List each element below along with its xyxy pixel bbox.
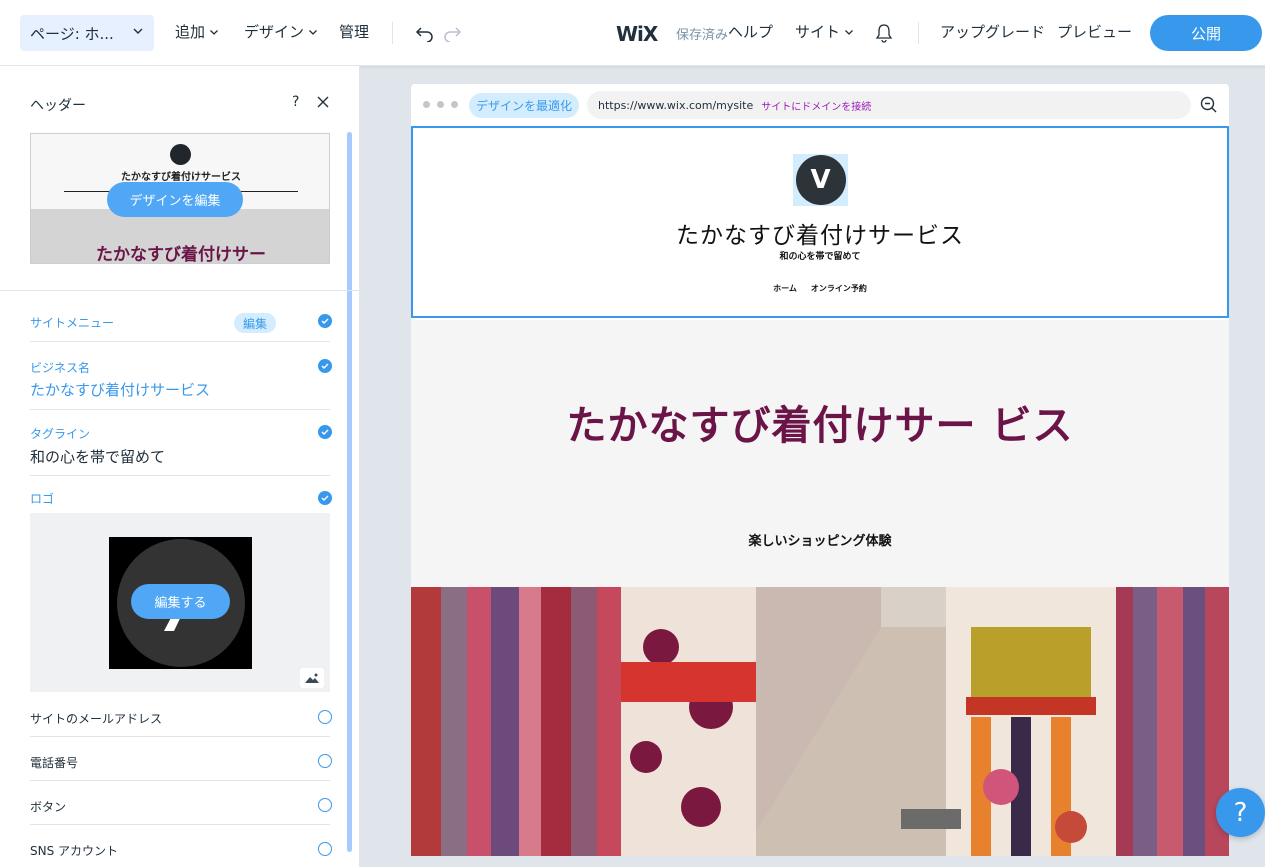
edit-design-button[interactable]: デザインを編集 [107, 182, 243, 217]
edit-logo-button[interactable]: 編集する [131, 584, 230, 619]
site-menu-label: サイトメニュー [30, 316, 115, 330]
notifications-button[interactable] [872, 21, 896, 45]
panel-title: ヘッダー [30, 98, 86, 114]
site-nav-home[interactable]: ホーム [773, 283, 797, 294]
menu-manage[interactable]: 管理 [339, 21, 369, 42]
tagline-value[interactable]: 和の心を帯で留めて [30, 446, 165, 467]
check-icon[interactable] [318, 314, 332, 328]
menu-manage-label: 管理 [339, 23, 370, 41]
site-header-section[interactable]: V たかなすび着付けサービス 和の心を帯で留めて ホーム オンライン予約 [411, 126, 1229, 318]
window-dot [451, 101, 458, 108]
unchecked-circle-icon[interactable] [318, 842, 332, 856]
kimono-photo-illustration [411, 587, 1229, 856]
toolbar-divider [392, 22, 393, 44]
site-nav-booking[interactable]: オンライン予約 [811, 283, 867, 294]
hero-kimono-photo[interactable] [411, 587, 1229, 856]
site-logo: V [795, 155, 846, 205]
window-dot [423, 101, 430, 108]
email-label: サイトのメールアドレス [30, 712, 163, 726]
logo-label: ロゴ [30, 492, 55, 506]
close-icon[interactable] [316, 95, 330, 109]
preview-business-name: たかなすび着付けサービス [121, 172, 241, 183]
row-business-name[interactable]: ビジネス名 たかなすび着付けサービス [30, 342, 332, 410]
menu-design[interactable]: デザイン [244, 21, 318, 42]
header-settings-panel: ヘッダー ? たかなすび着付けサービス たかなすび着付けサー デザインを編集 サ… [0, 66, 360, 867]
optimize-design-button[interactable]: デザインを最適化 [469, 93, 579, 118]
bell-icon [875, 24, 893, 43]
panel-scrollbar[interactable] [347, 132, 352, 852]
preview-hero-title: たかなすび着付けサー [96, 245, 266, 264]
site-logo-selection[interactable]: V [793, 154, 848, 206]
site-business-name[interactable]: たかなすび着付けサービス [413, 216, 1227, 250]
scrollbar-thumb[interactable] [347, 132, 352, 852]
site-tagline[interactable]: 和の心を帯で留めて [413, 249, 1227, 262]
url-bar: https://www.wix.com/mysite サイトにドメインを接続 [587, 91, 1191, 119]
logo-preview-area: 編集する [30, 513, 330, 692]
business-name-value[interactable]: たかなすび着付けサービス [30, 379, 210, 400]
preview-link[interactable]: プレビュー [1057, 21, 1132, 42]
header-preview: たかなすび着付けサービス たかなすび着付けサー デザインを編集 [30, 133, 330, 264]
phone-label: 電話番号 [30, 756, 79, 770]
preview-label: プレビュー [1057, 23, 1133, 41]
row-button[interactable]: ボタン [30, 781, 332, 825]
sns-label: SNS アカウント [30, 844, 119, 858]
window-dot [437, 101, 444, 108]
site-preview-frame: デザインを最適化 https://www.wix.com/mysite サイトに… [411, 84, 1229, 856]
redo-button[interactable] [440, 21, 464, 45]
row-phone[interactable]: 電話番号 [30, 737, 332, 781]
saved-status: 保存済み [676, 28, 729, 43]
unchecked-circle-icon[interactable] [318, 798, 332, 812]
help-fab-button[interactable]: ? [1216, 788, 1265, 837]
zoom-out-icon[interactable] [1200, 96, 1218, 114]
hero-title[interactable]: たかなすび着付けサー ビス [561, 398, 1079, 454]
chevron-down-icon [210, 29, 218, 35]
chevron-down-icon [309, 29, 317, 35]
button-label: ボタン [30, 800, 67, 814]
hero-subtitle[interactable]: 楽しいショッピング体験 [411, 530, 1229, 549]
wix-logo: WiX [616, 22, 658, 46]
menu-help-label: ヘルプ [728, 23, 774, 41]
publish-button[interactable]: 公開 [1150, 15, 1262, 51]
row-email[interactable]: サイトのメールアドレス [30, 692, 332, 737]
check-icon[interactable] [318, 425, 332, 439]
site-menu: ホーム オンライン予約 [413, 283, 1227, 294]
help-icon[interactable]: ? [292, 94, 299, 110]
preview-logo [170, 144, 191, 165]
redo-icon [444, 27, 462, 42]
menu-help[interactable]: ヘルプ [728, 21, 773, 42]
chevron-down-icon [133, 28, 143, 34]
top-bar: ページ: ホ... 追加 デザイン 管理 WiX 保存済み ヘルプ サイト アッ… [0, 0, 1265, 66]
tagline-label: タグライン [30, 427, 91, 441]
logo-image[interactable]: 編集する [109, 537, 252, 669]
menu-site[interactable]: サイト [795, 21, 854, 42]
undo-button[interactable] [413, 21, 437, 45]
menu-add-label: 追加 [175, 23, 206, 41]
hero-section: たかなすび着付けサー ビス 楽しいショッピング体験 [411, 320, 1229, 587]
row-site-menu[interactable]: サイトメニュー [30, 290, 332, 342]
business-name-label: ビジネス名 [30, 361, 91, 375]
browser-toolbar: デザインを最適化 https://www.wix.com/mysite サイトに… [411, 84, 1229, 126]
url-text: https://www.wix.com/mysite [598, 98, 754, 112]
check-icon[interactable] [318, 359, 332, 373]
menu-add[interactable]: 追加 [175, 21, 219, 42]
upgrade-label: アップグレード [940, 23, 1046, 41]
check-icon[interactable] [318, 491, 332, 505]
undo-icon [415, 27, 433, 42]
chevron-down-icon [845, 29, 853, 35]
page-selector-label: ページ: ホ... [30, 24, 114, 43]
connect-domain-link[interactable]: サイトにドメインを接続 [761, 98, 871, 113]
page-selector[interactable]: ページ: ホ... [20, 15, 154, 51]
change-image-icon[interactable] [300, 668, 324, 688]
row-tagline[interactable]: タグライン 和の心を帯で留めて [30, 410, 332, 476]
row-sns[interactable]: SNS アカウント [30, 825, 332, 867]
upgrade-link[interactable]: アップグレード [940, 21, 1045, 42]
toolbar-divider [918, 22, 919, 44]
menu-design-label: デザイン [244, 23, 305, 41]
site-menu-edit-button[interactable]: 編集 [234, 313, 276, 333]
row-logo[interactable]: ロゴ [30, 476, 332, 513]
unchecked-circle-icon[interactable] [318, 710, 332, 724]
unchecked-circle-icon[interactable] [318, 754, 332, 768]
menu-site-label: サイト [795, 23, 841, 41]
